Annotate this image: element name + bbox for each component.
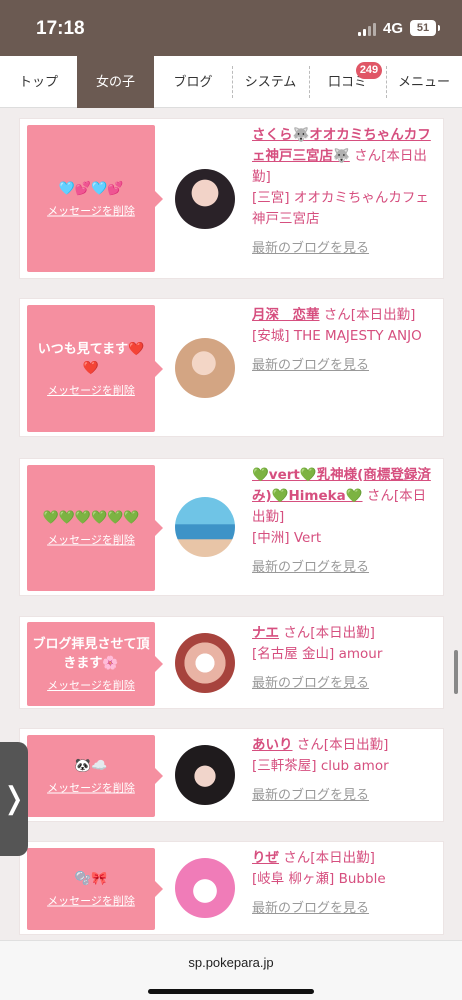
work-status: [本日出勤] bbox=[350, 307, 416, 323]
delete-message-link[interactable]: メッセージを削除 bbox=[47, 202, 135, 218]
message-bubble: 💚💚💚💚💚💚 メッセージを削除 bbox=[27, 465, 163, 591]
latest-blog-link[interactable]: 最新のブログを見る bbox=[252, 785, 436, 806]
girl-name-link[interactable]: ナエ bbox=[252, 625, 279, 641]
message-bubble: いつも見てます❤️❤️ メッセージを削除 bbox=[27, 305, 163, 432]
avatar[interactable] bbox=[175, 497, 235, 557]
delete-message-link[interactable]: メッセージを削除 bbox=[47, 780, 135, 796]
honorific: さん bbox=[296, 737, 324, 753]
reviews-count-badge: 249 bbox=[356, 62, 382, 79]
scrollbar[interactable] bbox=[454, 650, 458, 694]
delete-message-link[interactable]: メッセージを削除 bbox=[47, 532, 135, 548]
message-text: 🫧🎀 bbox=[74, 871, 108, 887]
latest-blog-link[interactable]: 最新のブログを見る bbox=[252, 355, 436, 376]
status-bar: 17:18 4G 51 bbox=[0, 0, 462, 56]
tab-reviews[interactable]: 口コミ 249 bbox=[309, 56, 386, 108]
list-item: 🐼☁️ メッセージを削除 あいり さん[本日出勤] [三軒茶屋] club am… bbox=[19, 728, 444, 822]
tab-girls[interactable]: 女の子 bbox=[77, 56, 154, 108]
list-item: いつも見てます❤️❤️ メッセージを削除 月深 恋華 さん[本日出勤] [安城]… bbox=[19, 298, 444, 437]
list-item: 🩵💕🩵💕 メッセージを削除 さくら🐺オオカミちゃんカフェ神戸三宮店🐺 さん[本日… bbox=[19, 118, 444, 279]
girl-info: りぜ さん[本日出勤] [岐阜 柳ヶ瀬] Bubble 最新のブログを見る bbox=[252, 848, 436, 919]
shop-name: [安城] THE MAJESTY ANJO bbox=[252, 328, 422, 344]
work-status: [本日出勤] bbox=[310, 850, 375, 866]
tab-system[interactable]: システム bbox=[232, 56, 309, 108]
list-item: 🫧🎀 メッセージを削除 りぜ さん[本日出勤] [岐阜 柳ヶ瀬] Bubble … bbox=[19, 841, 444, 935]
shop-name: [三軒茶屋] club amor bbox=[252, 758, 389, 774]
home-indicator[interactable] bbox=[148, 989, 314, 994]
url-label[interactable]: sp.pokepara.jp bbox=[0, 955, 462, 970]
tab-top[interactable]: トップ bbox=[0, 56, 77, 108]
latest-blog-link[interactable]: 最新のブログを見る bbox=[252, 557, 436, 578]
side-drawer-tab[interactable]: ❭ bbox=[0, 742, 28, 856]
message-text: 🩵💕🩵💕 bbox=[58, 181, 124, 196]
girl-name-link[interactable]: あいり bbox=[252, 737, 293, 753]
message-bubble: 🫧🎀 メッセージを削除 bbox=[27, 848, 163, 930]
tab-menu[interactable]: メニュー bbox=[386, 56, 462, 108]
chevron-right-icon: ❭ bbox=[1, 782, 27, 815]
browser-bottom-bar: sp.pokepara.jp bbox=[0, 940, 462, 1000]
honorific: さん bbox=[323, 307, 351, 323]
honorific: さん bbox=[354, 148, 382, 164]
message-bubble: 🩵💕🩵💕 メッセージを削除 bbox=[27, 125, 163, 272]
message-text: いつも見てます❤️❤️ bbox=[37, 341, 145, 376]
avatar[interactable] bbox=[175, 745, 235, 805]
list-item: 💚💚💚💚💚💚 メッセージを削除 💚vert💚乳神様(商標登録済み)💚Himeka… bbox=[19, 458, 444, 596]
honorific: さん bbox=[366, 488, 394, 504]
latest-blog-link[interactable]: 最新のブログを見る bbox=[252, 238, 436, 259]
latest-blog-link[interactable]: 最新のブログを見る bbox=[252, 898, 436, 919]
work-status: [本日出勤] bbox=[310, 625, 375, 641]
latest-blog-link[interactable]: 最新のブログを見る bbox=[252, 673, 436, 694]
work-status: [本日出勤] bbox=[323, 737, 389, 753]
avatar[interactable] bbox=[175, 633, 235, 693]
message-bubble: ブログ拝見させて頂きます🌸 メッセージを削除 bbox=[27, 622, 163, 706]
girl-info: 月深 恋華 さん[本日出勤] [安城] THE MAJESTY ANJO 最新の… bbox=[252, 305, 436, 376]
network-label: 4G bbox=[383, 20, 404, 37]
tab-blog[interactable]: ブログ bbox=[154, 56, 232, 108]
message-text: ブログ拝見させて頂きます🌸 bbox=[32, 637, 150, 671]
shop-name: [三宮] オオカミちゃんカフェ神戸三宮店 bbox=[252, 190, 429, 227]
girl-info: あいり さん[本日出勤] [三軒茶屋] club amor 最新のブログを見る bbox=[252, 735, 436, 806]
girl-name-link[interactable]: 月深 恋華 bbox=[252, 307, 320, 323]
girl-name-link[interactable]: りぜ bbox=[252, 850, 279, 866]
top-nav: トップ 女の子 ブログ システム 口コミ 249 メニュー bbox=[0, 56, 462, 108]
delete-message-link[interactable]: メッセージを削除 bbox=[47, 893, 135, 909]
shop-name: [名古屋 金山] amour bbox=[252, 646, 383, 662]
signal-icon bbox=[358, 23, 378, 36]
message-bubble: 🐼☁️ メッセージを削除 bbox=[27, 735, 163, 817]
honorific: さん bbox=[283, 850, 311, 866]
status-time: 17:18 bbox=[36, 18, 85, 39]
honorific: さん bbox=[283, 625, 311, 641]
girl-info: ナエ さん[本日出勤] [名古屋 金山] amour 最新のブログを見る bbox=[252, 623, 436, 694]
avatar[interactable] bbox=[175, 338, 235, 398]
avatar[interactable] bbox=[175, 858, 235, 918]
message-text: 💚💚💚💚💚💚 bbox=[42, 510, 140, 526]
shop-name: [中洲] Vert bbox=[252, 530, 322, 546]
shop-name: [岐阜 柳ヶ瀬] Bubble bbox=[252, 871, 386, 887]
message-list: 🩵💕🩵💕 メッセージを削除 さくら🐺オオカミちゃんカフェ神戸三宮店🐺 さん[本日… bbox=[0, 108, 462, 940]
list-item: ブログ拝見させて頂きます🌸 メッセージを削除 ナエ さん[本日出勤] [名古屋 … bbox=[19, 616, 444, 709]
battery-icon: 51 bbox=[410, 20, 440, 36]
delete-message-link[interactable]: メッセージを削除 bbox=[47, 382, 135, 398]
battery-level: 51 bbox=[416, 22, 430, 34]
girl-info: 💚vert💚乳神様(商標登録済み)💚Himeka💚 さん[本日出勤] [中洲] … bbox=[252, 465, 436, 578]
girl-info: さくら🐺オオカミちゃんカフェ神戸三宮店🐺 さん[本日出勤] [三宮] オオカミち… bbox=[252, 125, 436, 259]
delete-message-link[interactable]: メッセージを削除 bbox=[47, 677, 135, 693]
avatar[interactable] bbox=[175, 169, 235, 229]
message-text: 🐼☁️ bbox=[74, 758, 108, 774]
